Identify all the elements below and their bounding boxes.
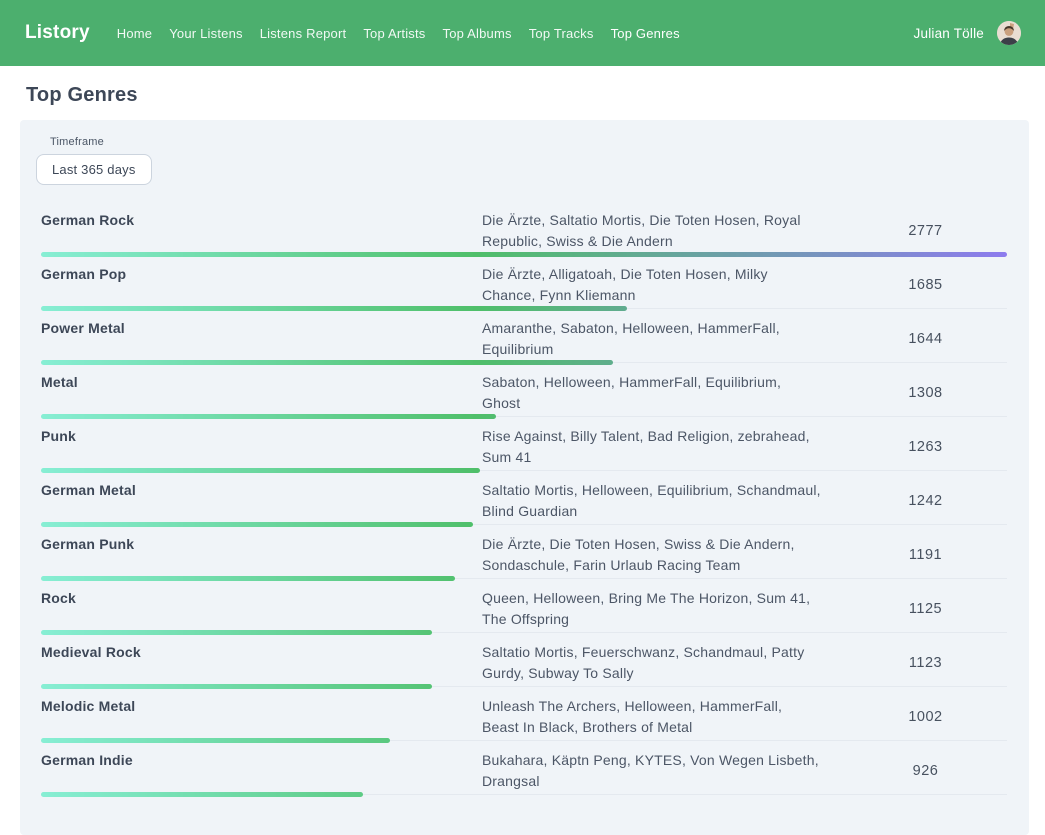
- genre-top-artists: Die Ärzte, Die Toten Hosen, Swiss & Die …: [482, 534, 822, 576]
- genre-row: Metal Sabaton, Helloween, HammerFall, Eq…: [41, 363, 1007, 417]
- nav-item-top-albums[interactable]: Top Albums: [443, 26, 512, 41]
- genre-name: Metal: [41, 372, 482, 414]
- user-name: Julian Tölle: [914, 26, 984, 41]
- genre-top-artists: Sabaton, Helloween, HammerFall, Equilibr…: [482, 372, 822, 414]
- genre-name: Medieval Rock: [41, 642, 482, 684]
- nav-links: Home Your Listens Listens Report Top Artist…: [117, 26, 680, 41]
- nav-item-home[interactable]: Home: [117, 26, 152, 41]
- genre-listen-count: 1125: [909, 601, 942, 617]
- genre-row: German Pop Die Ärzte, Alligatoah, Die To…: [41, 255, 1007, 309]
- genre-row: Rock Queen, Helloween, Bring Me The Hori…: [41, 579, 1007, 633]
- genre-progress-bar-fill: [41, 792, 363, 797]
- genre-row: Punk Rise Against, Billy Talent, Bad Rel…: [41, 417, 1007, 471]
- genre-row: German Punk Die Ärzte, Die Toten Hosen, …: [41, 525, 1007, 579]
- genre-listen-count: 1308: [908, 385, 942, 401]
- genre-listen-count: 1123: [909, 655, 942, 671]
- genre-name: German Pop: [41, 264, 482, 306]
- genre-row: German Rock Die Ärzte, Saltatio Mortis, …: [41, 201, 1007, 255]
- genre-row: German Indie Bukahara, Käptn Peng, KYTES…: [41, 741, 1007, 795]
- genre-name: Melodic Metal: [41, 696, 482, 738]
- nav-item-top-genres[interactable]: Top Genres: [611, 26, 680, 41]
- user-menu[interactable]: Julian Tölle: [914, 21, 1021, 45]
- genre-top-artists: Unleash The Archers, Helloween, HammerFa…: [482, 696, 822, 738]
- genre-listen-count: 1242: [908, 493, 942, 509]
- genre-list: German Rock Die Ärzte, Saltatio Mortis, …: [41, 201, 1007, 795]
- genre-listen-count: 926: [913, 763, 939, 779]
- genre-top-artists: Queen, Helloween, Bring Me The Horizon, …: [482, 588, 822, 630]
- genre-row: Melodic Metal Unleash The Archers, Hello…: [41, 687, 1007, 741]
- nav-item-top-tracks[interactable]: Top Tracks: [529, 26, 594, 41]
- genre-top-artists: Die Ärzte, Saltatio Mortis, Die Toten Ho…: [482, 210, 822, 252]
- genre-listen-count: 1002: [908, 709, 942, 725]
- genre-listen-count: 2777: [908, 223, 942, 239]
- user-avatar-icon[interactable]: [997, 21, 1021, 45]
- timeframe-label: Timeframe: [50, 136, 1007, 148]
- page-title: Top Genres: [26, 84, 1045, 107]
- genre-name: German Metal: [41, 480, 482, 522]
- genre-row: German Metal Saltatio Mortis, Helloween,…: [41, 471, 1007, 525]
- nav-item-listens-report[interactable]: Listens Report: [260, 26, 347, 41]
- genre-top-artists: Saltatio Mortis, Feuerschwanz, Schandmau…: [482, 642, 822, 684]
- genre-name: German Rock: [41, 210, 482, 252]
- top-genres-card: Timeframe Last 365 days German Rock Die …: [20, 120, 1029, 835]
- genre-listen-count: 1191: [909, 547, 942, 563]
- nav-item-your-listens[interactable]: Your Listens: [169, 26, 242, 41]
- genre-top-artists: Amaranthe, Sabaton, Helloween, HammerFal…: [482, 318, 822, 360]
- genre-name: Power Metal: [41, 318, 482, 360]
- timeframe-select[interactable]: Last 365 days: [36, 154, 152, 185]
- genre-top-artists: Bukahara, Käptn Peng, KYTES, Von Wegen L…: [482, 750, 822, 792]
- genre-listen-count: 1685: [908, 277, 942, 293]
- nav-item-top-artists[interactable]: Top Artists: [363, 26, 425, 41]
- genre-name: German Indie: [41, 750, 482, 792]
- user-photo: [997, 21, 1021, 45]
- genre-top-artists: Rise Against, Billy Talent, Bad Religion…: [482, 426, 822, 468]
- genre-top-artists: Die Ärzte, Alligatoah, Die Toten Hosen, …: [482, 264, 822, 306]
- genre-row: Medieval Rock Saltatio Mortis, Feuerschw…: [41, 633, 1007, 687]
- genre-name: German Punk: [41, 534, 482, 576]
- genre-name: Rock: [41, 588, 482, 630]
- genre-row: Power Metal Amaranthe, Sabaton, Hellowee…: [41, 309, 1007, 363]
- top-navbar: Listory Home Your Listens Listens Report To…: [0, 0, 1045, 66]
- app-logo[interactable]: Listory: [25, 22, 90, 44]
- genre-top-artists: Saltatio Mortis, Helloween, Equilibrium,…: [482, 480, 822, 522]
- genre-name: Punk: [41, 426, 482, 468]
- genre-listen-count: 1263: [908, 439, 942, 455]
- genre-listen-count: 1644: [908, 331, 942, 347]
- genre-progress-bar: [41, 792, 363, 797]
